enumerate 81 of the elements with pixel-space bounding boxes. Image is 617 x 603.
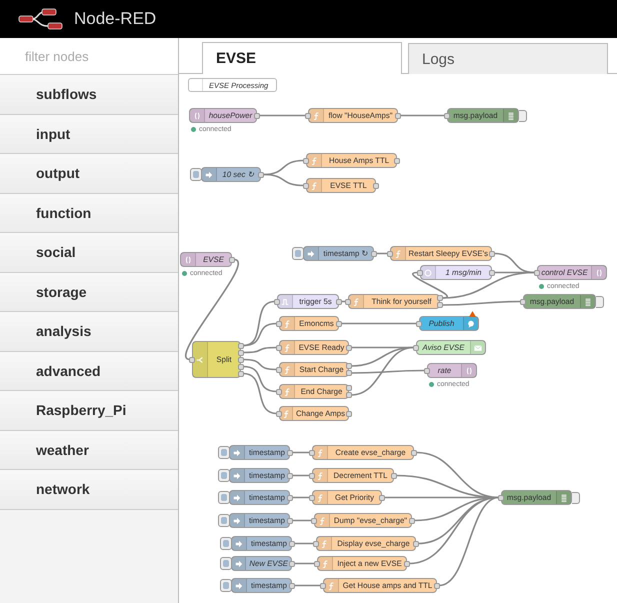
function-icon [283, 344, 291, 352]
wire [294, 542, 314, 544]
clock-icon [424, 268, 432, 276]
branch-icon [196, 356, 204, 364]
status-dot [182, 271, 187, 276]
function-icon [283, 320, 291, 328]
inject-button[interactable] [220, 557, 232, 570]
wire [292, 452, 310, 454]
function-icon [310, 182, 318, 190]
arrow-icon [235, 582, 243, 590]
function-icon [316, 472, 324, 480]
status-dot [191, 127, 196, 132]
flow-tab[interactable]: Logs [408, 43, 608, 74]
list-icon [507, 112, 515, 120]
function-icon [283, 388, 291, 396]
envelope-icon [474, 344, 482, 352]
list-icon [560, 494, 568, 502]
pulse-icon [281, 298, 289, 306]
inject-button[interactable] [218, 514, 230, 527]
inject-button[interactable] [218, 446, 230, 459]
palette-category[interactable]: network [0, 470, 178, 510]
wire [262, 160, 304, 176]
palette-category[interactable]: Raspberry_Pi [0, 391, 178, 430]
function-icon [282, 410, 290, 418]
status-dot [429, 382, 434, 387]
palette-category[interactable]: analysis [0, 312, 178, 352]
inject-button[interactable] [218, 491, 230, 504]
palette-category[interactable]: social [0, 233, 178, 272]
debug-toggle[interactable] [596, 296, 604, 308]
debug-toggle[interactable] [519, 110, 527, 122]
function-icon [316, 494, 324, 502]
palette-category[interactable]: weather [0, 430, 178, 470]
inject-button[interactable] [220, 537, 232, 550]
function-icon [321, 560, 329, 568]
wire [259, 114, 306, 116]
arrow-icon [233, 448, 241, 456]
inject-button[interactable] [220, 579, 232, 592]
flow-tab[interactable]: EVSE [202, 42, 402, 74]
function-icon [327, 582, 335, 590]
palette-category[interactable]: advanced [0, 352, 178, 391]
arrow-icon [235, 540, 243, 548]
arrow-icon [205, 170, 213, 178]
app-title: Node-RED [74, 9, 156, 29]
wave-icon [184, 256, 192, 264]
inject-button[interactable] [190, 168, 202, 181]
list-icon [584, 298, 592, 306]
function-icon [316, 448, 324, 456]
inject-button[interactable] [292, 247, 304, 260]
function-icon [283, 366, 291, 374]
function-icon [310, 156, 318, 164]
wave-icon [595, 268, 603, 276]
wire [400, 114, 445, 116]
arrow-icon [307, 250, 315, 258]
function-icon [352, 298, 360, 306]
status-dot [539, 284, 544, 289]
arrow-icon [234, 560, 243, 568]
wire [294, 562, 315, 564]
wire [294, 584, 321, 586]
wire [292, 520, 312, 522]
wire [292, 474, 310, 476]
arrow-icon [233, 516, 241, 524]
palette-category[interactable]: input [0, 114, 178, 154]
debug-toggle[interactable] [572, 492, 580, 504]
palette-category[interactable]: function [0, 194, 178, 233]
wire [376, 252, 388, 254]
wave-icon [465, 366, 473, 374]
wire [292, 496, 310, 498]
palette-category[interactable]: output [0, 154, 178, 194]
arrow-icon [233, 494, 241, 502]
filter-field[interactable]: filter nodes [0, 38, 178, 75]
chat-icon [467, 320, 475, 328]
palette-category[interactable]: storage [0, 272, 178, 312]
wire [262, 174, 304, 186]
arrow-icon [233, 472, 241, 480]
inject-button[interactable] [218, 469, 230, 482]
function-icon [312, 112, 320, 120]
wave-icon [193, 112, 201, 120]
function-icon [318, 516, 326, 524]
function-icon [320, 540, 328, 548]
function-icon [394, 250, 402, 258]
palette-category[interactable]: subflows [0, 75, 178, 114]
